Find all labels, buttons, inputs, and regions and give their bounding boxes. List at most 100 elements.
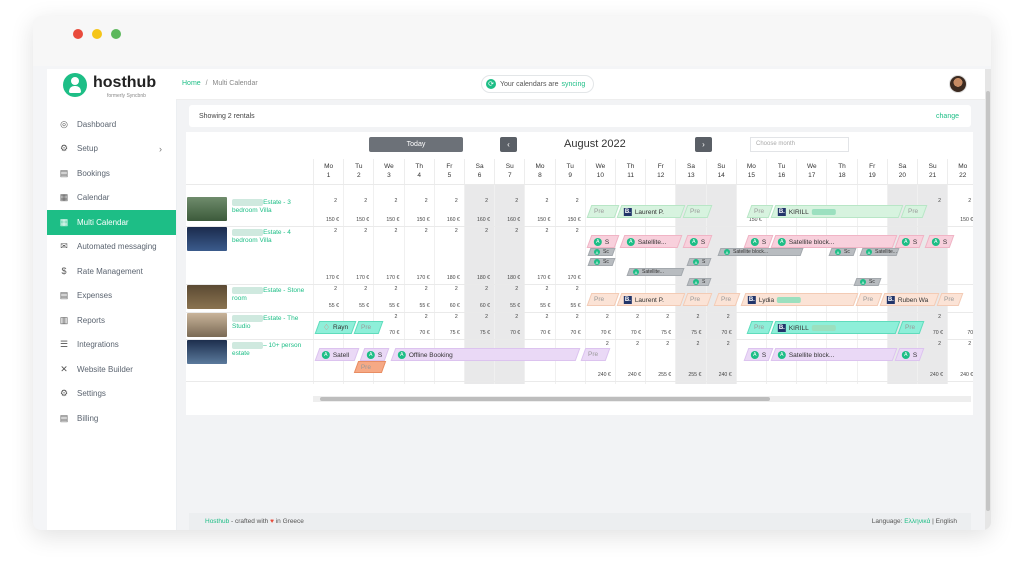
day-header[interactable]: Tu 16 [766,159,796,184]
close-window-button[interactable] [73,29,83,39]
footer-brand-link[interactable]: Hosthub [205,518,229,525]
stacked-booking-bar[interactable]: AS [686,278,713,286]
sidebar-item-website-builder[interactable]: ✕ Website Builder [47,357,176,382]
booking-bar[interactable]: AS [894,348,925,361]
day-header[interactable]: Mo 15 [735,159,766,184]
day-header[interactable]: Mo 1 [313,159,343,184]
stacked-booking-bar[interactable]: A Sc [853,278,882,286]
rental-name-link[interactable]: xxxxxxxxx – 10+ person estate [232,342,312,358]
rental-name-link[interactable]: xxxxxxxxx Estate - 3 bedroom Villa [232,199,312,215]
stone-room-photo[interactable] [187,285,227,309]
booking-bar[interactable]: A Satellite... [619,235,683,248]
studio-photo[interactable] [187,313,227,337]
pre-booking-bar[interactable]: Pre [855,293,883,306]
prev-month-button[interactable]: ‹ [500,137,517,152]
day-header[interactable]: Tu 9 [554,159,585,184]
sidebar-item-dashboard[interactable]: ◎ Dashboard [47,112,176,137]
stacked-booking-bar[interactable]: AS [686,258,713,266]
language-greek-link[interactable]: Ελληνικά [904,518,930,525]
day-header[interactable]: Mo 8 [524,159,554,184]
booking-bar[interactable]: A Offline Booking [390,348,581,361]
minimize-window-button[interactable] [92,29,102,39]
day-header[interactable]: We 10 [584,159,615,184]
choose-month-input[interactable]: Choose month [750,137,849,152]
pre-booking-bar[interactable]: Pre [683,205,713,218]
day-header[interactable]: We 17 [796,159,826,184]
day-header[interactable]: Fr 5 [433,159,464,184]
sidebar-item-setup[interactable]: ⚙ Setup › [47,137,176,162]
sidebar-item-rate-management[interactable]: $ Rate Management [47,259,176,284]
estate-photo[interactable] [187,340,227,364]
rental-name-link[interactable]: xxxxxxxxx Estate - Stone room [232,287,312,303]
horizontal-scrollbar-thumb[interactable] [320,397,770,401]
stacked-booking-bar[interactable]: Pre [354,361,387,373]
maximize-window-button[interactable] [111,29,121,39]
booking-bar[interactable]: B. Laurent P. [616,293,686,306]
stacked-booking-bar[interactable]: A Satellite block... [717,248,803,256]
stacked-booking-bar[interactable]: A Sc [587,248,616,256]
day-header[interactable]: Su 14 [705,159,736,184]
stacked-booking-bar[interactable]: A Satellite... [626,268,685,276]
pre-booking-bar[interactable]: Pre [897,321,925,334]
booking-bar[interactable]: AS [359,348,390,361]
rental-name-link[interactable]: xxxxxxxxx Estate - The Studio [232,315,312,331]
sidebar-item-calendar[interactable]: ▦ Calendar [47,186,176,211]
booking-bar[interactable]: ♢ Rayn [314,321,357,334]
user-avatar[interactable] [949,75,967,93]
day-header[interactable]: Sa 13 [675,159,705,184]
pre-booking-bar[interactable]: Pre [746,321,774,334]
day-header[interactable]: Sa 20 [886,159,917,184]
pre-booking-bar[interactable]: Pre [353,321,384,334]
change-rentals-link[interactable]: change [936,113,959,120]
night-villa-photo[interactable] [187,227,227,251]
pre-booking-bar[interactable]: Pre [580,348,611,361]
day-header[interactable]: Tu 2 [343,159,373,184]
breadcrumb-home-link[interactable]: Home [182,80,201,87]
booking-bar[interactable]: AS [586,235,620,248]
sidebar-item-bookings[interactable]: ▤ Bookings [47,161,176,186]
pre-booking-bar[interactable]: Pre [900,205,928,218]
booking-bar[interactable]: AS [924,235,955,248]
pre-booking-bar[interactable]: Pre [586,205,620,218]
booking-bar[interactable]: B. Laurent P. [616,205,686,218]
horizontal-scrollbar[interactable] [313,396,971,402]
booking-bar[interactable]: AS [683,235,713,248]
sidebar-item-integrations[interactable]: ☰ Integrations [47,333,176,358]
booking-bar[interactable]: AS [743,348,774,361]
sidebar-item-settings[interactable]: ⚙ Settings [47,382,176,407]
stacked-booking-bar[interactable]: A Satellite... [859,248,900,256]
sidebar-item-billing[interactable]: ▤ Billing [47,406,176,431]
booking-bar[interactable]: A Satellite block... [770,348,898,361]
booking-bar[interactable]: B. Ruben Wa [879,293,940,306]
rental-name-link[interactable]: xxxxxxxxx Estate - 4 bedroom Villa [232,229,312,245]
next-month-button[interactable]: › [695,137,712,152]
villa-photo[interactable] [187,197,227,221]
sidebar-item-reports[interactable]: ▥ Reports [47,308,176,333]
booking-bar[interactable]: AS [743,235,774,248]
booking-bar[interactable]: A Satellite block... [770,235,898,248]
day-header[interactable]: Th 18 [826,159,856,184]
day-header[interactable]: Su 21 [917,159,947,184]
vertical-scrollbar[interactable] [985,69,991,530]
sidebar-item-expenses[interactable]: ▤ Expenses [47,284,176,309]
vertical-scrollbar-thumb[interactable] [986,91,990,511]
pre-booking-bar[interactable]: Pre [713,293,741,306]
booking-bar[interactable]: B. Lydia [740,293,858,306]
day-header[interactable]: Th 4 [403,159,434,184]
booking-bar[interactable]: AS [894,235,925,248]
pre-booking-bar[interactable]: Pre [586,293,620,306]
sidebar-item-multi-calendar[interactable]: ▦ Multi Calendar [47,210,176,235]
pre-booking-bar[interactable]: Pre [683,293,713,306]
day-header[interactable]: Su 7 [494,159,524,184]
day-header[interactable]: Fr 12 [645,159,675,184]
stacked-booking-bar[interactable]: A Sc [587,258,616,266]
pre-booking-bar[interactable]: Pre [746,205,774,218]
day-header[interactable]: Sa 6 [464,159,494,184]
hosthub-logo[interactable]: hosthub formerly Syncbnb [63,73,183,103]
booking-bar[interactable]: B. KIRILL [770,205,904,218]
day-header[interactable]: Mo 22 [947,159,973,184]
day-header[interactable]: We 3 [373,159,403,184]
booking-bar[interactable]: B. KIRILL [770,321,901,334]
sidebar-item-automated-messaging[interactable]: ✉ Automated messaging [47,235,176,260]
booking-bar[interactable]: A Satell [314,348,360,361]
